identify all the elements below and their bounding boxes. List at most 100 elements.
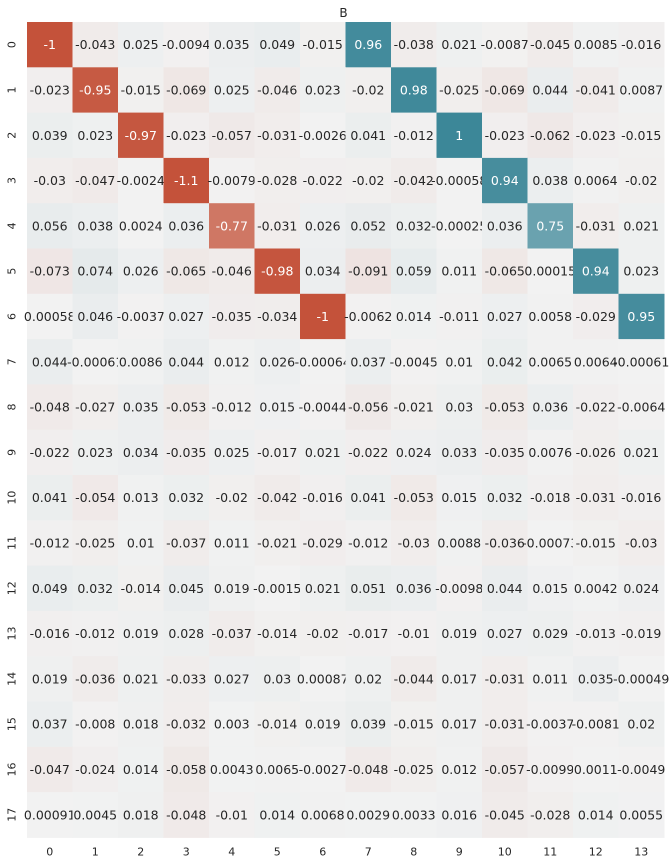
cell-value-label: 0.0064 [574,173,618,188]
cell-value-label: -0.041 [576,82,616,97]
cell-value-label: -0.012 [212,400,252,415]
cell-value-label: 0.013 [123,490,159,505]
cell-value-label: 0.014 [123,762,159,777]
cell-value-label: -0.0098 [435,581,483,596]
cell-value-label: 0.00015 [524,264,576,279]
cell-value-label: 0.039 [350,717,386,732]
cell-value-label: -0.046 [257,82,297,97]
cell-value-label: 0.01 [445,354,473,369]
cell-value-label: -0.044 [394,671,434,686]
cell-value-label: 0.038 [532,173,568,188]
cell-value-label: 0.039 [32,128,68,143]
cell-value-label: 0.014 [578,807,614,822]
cell-value-label: 0.049 [259,37,295,52]
cell-value-label: -0.047 [30,762,70,777]
cell-value-label: -0.027 [75,400,115,415]
cell-value-label: -0.0037 [526,717,574,732]
cell-value-label: 0.0058 [528,309,572,324]
cell-value-label: -0.015 [303,37,343,52]
y-tick-label: 14 [6,672,19,686]
cell-value-label: -0.0044 [299,400,347,415]
cell-value-label: -0.047 [75,173,115,188]
cell-value-label: 0.0068 [301,807,345,822]
cell-value-label: 0.00058 [24,309,76,324]
cell-value-label: -0.035 [212,309,252,324]
x-tick-label: 3 [183,845,190,858]
cell-value-label: 0.028 [168,626,204,641]
cell-value-label: -0.017 [257,445,297,460]
cell-value-label: -0.031 [257,218,297,233]
cell-value-label: 0.0042 [574,581,618,596]
cell-value-label: -0.022 [576,400,616,415]
cell-value-label: -0.01 [398,626,430,641]
cell-value-label: -0.031 [485,717,525,732]
cell-value-label: -0.0087 [481,37,529,52]
y-tick-label: 9 [6,449,19,456]
cell-value-label: 0.011 [532,671,568,686]
cell-value-label: -0.023 [576,128,616,143]
cell-value-label: -0.02 [352,82,384,97]
cell-value-label: 0.038 [77,218,113,233]
cell-value-label: -0.054 [75,490,115,505]
cell-value-label: 0.0064 [574,354,618,369]
cell-value-label: -0.014 [121,581,161,596]
cell-value-label: 0.044 [32,354,68,369]
cell-value-label: 0.019 [123,626,159,641]
cell-value-label: 0.074 [77,264,113,279]
cell-value-label: 0.025 [214,82,250,97]
cell-value-label: 0.017 [441,717,477,732]
cell-value-label: -0.029 [303,535,343,550]
cell-value-label: 0.033 [441,445,477,460]
cell-value-label: 0.029 [532,626,568,641]
cell-value-label: 0.024 [623,581,659,596]
cell-value-label: 0.026 [305,218,341,233]
cell-value-label: -0.037 [166,535,206,550]
cell-value-label: 0.041 [32,490,68,505]
cell-value-label: 0.036 [487,218,523,233]
cell-value-label: -0.00061 [613,354,669,369]
x-tick-label: 1 [92,845,99,858]
cell-value-label: 0.021 [305,581,341,596]
cell-value-label: -1 [317,309,329,324]
cell-value-label: -0.038 [394,37,434,52]
cell-value-label: 0.019 [305,717,341,732]
x-tick-label: 0 [46,845,53,858]
cell-value-label: 0.025 [123,37,159,52]
cell-value-label: -0.03 [34,173,66,188]
cell-value-label: 0.023 [623,264,659,279]
cell-value-label: -0.023 [30,82,70,97]
y-tick-label: 12 [6,581,19,595]
cell-value-label: 0.015 [259,400,295,415]
cell-value-label: 0.0024 [119,218,163,233]
cell-value-label: 0.034 [123,445,159,460]
cell-value-label: -0.031 [576,490,616,505]
cell-value-label: 0.044 [168,354,204,369]
cell-value-label: -0.031 [576,218,616,233]
y-tick-label: 0 [6,41,19,48]
cell-value-label: -0.091 [348,264,388,279]
cell-value-label: -0.00025 [431,218,487,233]
cell-value-label: 0.003 [214,717,250,732]
cell-value-label: 1 [455,128,463,143]
cell-value-label: -0.032 [166,717,206,732]
y-tick-label: 2 [6,132,19,139]
cell-value-label: 0.021 [305,445,341,460]
cell-value-label: -0.057 [212,128,252,143]
cell-value-label: 0.02 [354,671,382,686]
cell-value-label: 0.041 [350,128,386,143]
cell-value-label: -0.0099 [526,762,574,777]
heatmap-chart: B -1 -0.043 0.025 -0.0094 0.035 0.049 -0.015 0.… [6,6,670,858]
cell-value-label: -0.028 [530,807,570,822]
cell-value-label: 0.94 [582,264,610,279]
cell-value-label: -0.042 [394,173,434,188]
cell-value-label: -0.00049 [613,671,669,686]
cell-value-label: 0.017 [441,671,477,686]
cell-value-label: 0.0045 [73,807,117,822]
cell-value-label: -0.025 [394,762,434,777]
y-tick-label: 13 [6,627,19,641]
cell-value-label: 0.037 [32,717,68,732]
cell-value-label: -0.022 [348,445,388,460]
cell-value-label: 0.019 [32,671,68,686]
cell-value-label: -0.016 [303,490,343,505]
cell-value-label: 0.0029 [346,807,390,822]
